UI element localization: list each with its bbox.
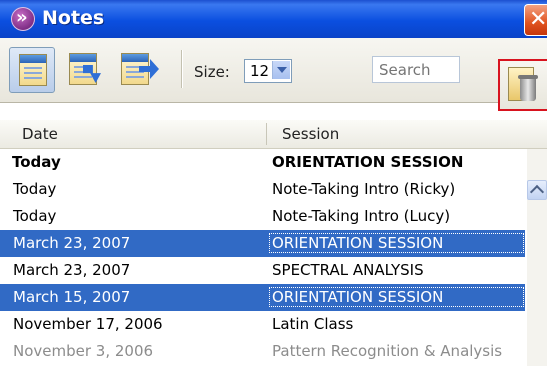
- column-header-session[interactable]: Session: [282, 125, 339, 143]
- scroll-up-button[interactable]: [527, 180, 547, 200]
- close-button[interactable]: ✕: [524, 4, 547, 36]
- toolbar: Size: 12: [0, 38, 547, 103]
- font-size-value: 12: [250, 62, 270, 80]
- list-item[interactable]: March 15, 2007 ORIENTATION SESSION: [0, 284, 525, 311]
- note-date: March 15, 2007: [13, 288, 131, 306]
- chevron-down-icon[interactable]: [272, 61, 290, 79]
- note-date: November 17, 2006: [13, 315, 163, 333]
- trash-icon: [518, 75, 538, 101]
- list-item[interactable]: Today Note-Taking Intro (Lucy): [0, 203, 525, 230]
- note-date: November 3, 2006: [13, 342, 154, 360]
- font-size-select[interactable]: 12: [244, 59, 292, 83]
- note-session: Note-Taking Intro (Lucy): [272, 207, 451, 225]
- note-date: March 23, 2007: [13, 234, 131, 252]
- delete-button[interactable]: [498, 59, 547, 111]
- size-label: Size:: [194, 63, 230, 81]
- close-icon: ✕: [529, 7, 547, 32]
- note-session: Latin Class: [272, 315, 354, 333]
- note-session: ORIENTATION SESSION: [272, 153, 464, 171]
- export-button[interactable]: [117, 47, 161, 91]
- import-button[interactable]: [63, 47, 107, 91]
- app-logo-icon: [11, 7, 35, 31]
- list-item[interactable]: Today ORIENTATION SESSION: [0, 149, 525, 176]
- list-item[interactable]: November 17, 2006 Latin Class: [0, 311, 525, 338]
- column-header-row: Date Session: [0, 120, 547, 149]
- note-date: Today: [12, 153, 61, 171]
- note-date: Today: [13, 207, 57, 225]
- note-session: Note-Taking Intro (Ricky): [272, 180, 456, 198]
- list-item[interactable]: March 23, 2007 ORIENTATION SESSION: [0, 230, 525, 257]
- notes-view-button[interactable]: [9, 47, 55, 93]
- note-session: SPECTRAL ANALYSIS: [272, 261, 424, 279]
- vertical-scrollbar[interactable]: [527, 149, 547, 366]
- note-session: Pattern Recognition & Analysis: [272, 342, 503, 360]
- note-session: ORIENTATION SESSION: [269, 287, 524, 307]
- list-item[interactable]: March 23, 2007 SPECTRAL ANALYSIS: [0, 257, 525, 284]
- title-bar: Notes ✕: [0, 0, 547, 38]
- search-box[interactable]: [372, 56, 461, 83]
- notes-view-icon: [19, 54, 47, 86]
- note-date: Today: [13, 180, 57, 198]
- search-input[interactable]: [377, 60, 461, 80]
- note-session: ORIENTATION SESSION: [269, 233, 524, 253]
- note-date: March 23, 2007: [13, 261, 131, 279]
- window-title: Notes: [42, 7, 105, 29]
- notes-list: Today ORIENTATION SESSION Today Note-Tak…: [0, 149, 525, 365]
- column-header-date[interactable]: Date: [22, 125, 58, 143]
- column-divider[interactable]: [266, 123, 267, 145]
- toolbar-separator: [181, 50, 183, 88]
- list-item[interactable]: Today Note-Taking Intro (Ricky): [0, 176, 525, 203]
- list-item[interactable]: November 3, 2006 Pattern Recognition & A…: [0, 338, 525, 365]
